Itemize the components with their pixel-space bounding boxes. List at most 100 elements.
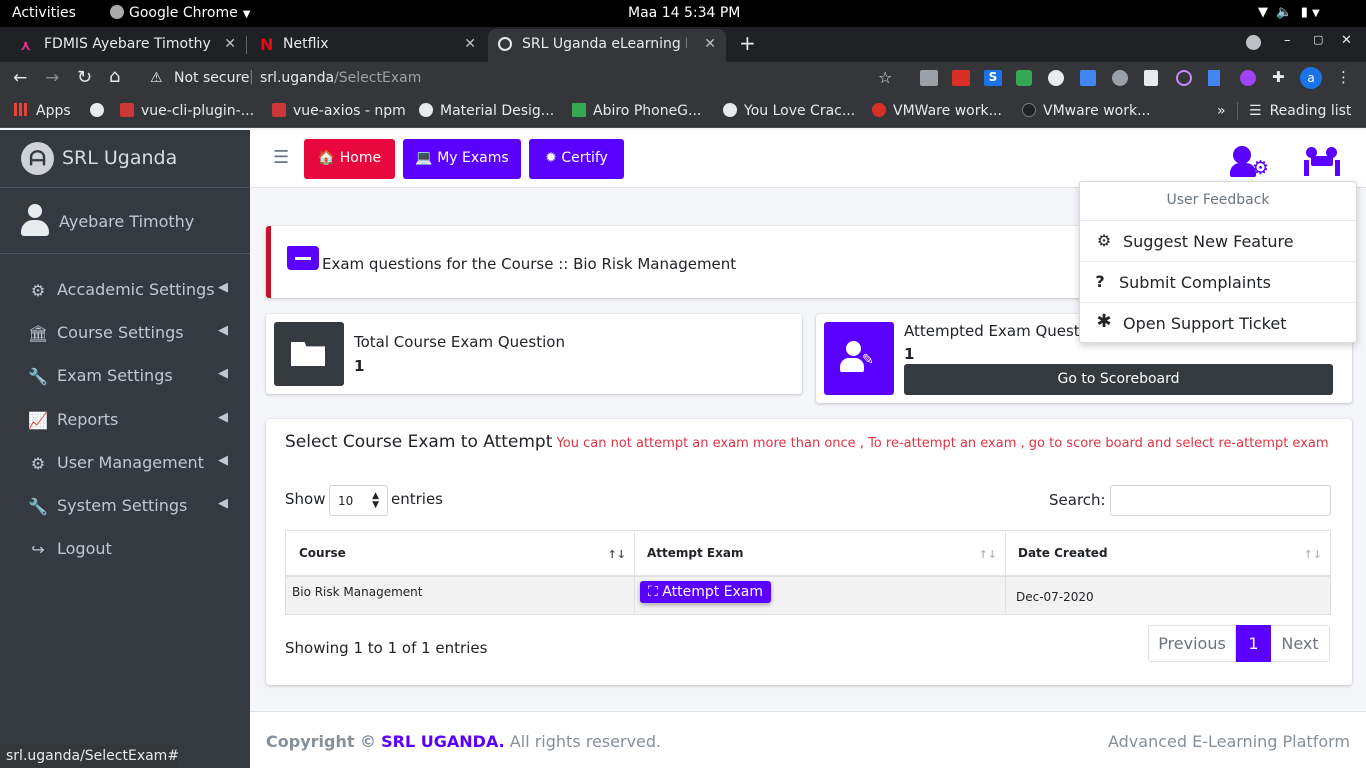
certify-button[interactable]: ✹ Certify [529, 139, 624, 179]
my-exams-button[interactable]: 💻 My Exams [403, 139, 521, 179]
bookmark-item[interactable]: VMware work... [1022, 103, 1150, 119]
mail-extension-icon[interactable] [920, 70, 938, 86]
maximize-button[interactable]: ▢ [1313, 33, 1323, 46]
cog-icon: ⚙ [1096, 231, 1112, 250]
forward-icon[interactable]: → [45, 68, 59, 88]
brand-link[interactable]: ᗩ SRL Uganda [0, 130, 250, 188]
cell-course: Bio Risk Management [285, 575, 635, 615]
bookmark-item[interactable]: vue-cli-plugin-... [120, 103, 254, 119]
bookmark-item[interactable]: You Love Crac... [723, 103, 855, 119]
user-cog-icon[interactable]: ⚙ [1230, 144, 1270, 178]
column-header-date[interactable]: Date Created ↑↓ [1006, 531, 1331, 576]
clock[interactable]: Maa 14 5:34 PM [628, 5, 740, 21]
new-tab-button[interactable]: + [739, 31, 756, 55]
submit-complaints-item[interactable]: ? Submit Complaints [1080, 261, 1356, 302]
address-bar[interactable]: ⚠ Not secure | srl.uganda/SelectExam ☆ [138, 65, 908, 93]
info-box-number: 1 [354, 357, 365, 375]
color-extension-icon[interactable] [1240, 70, 1256, 86]
support-ticket-item[interactable]: ✱ Open Support Ticket [1080, 302, 1356, 343]
chevron-left-icon: ◀ [218, 496, 228, 511]
question-icon: ? [1095, 272, 1105, 291]
next-button[interactable]: Next [1271, 626, 1329, 661]
nav-course-settings[interactable]: 🏛 Course Settings ◀ [28, 322, 238, 346]
search-input[interactable] [1110, 485, 1331, 516]
home-icon[interactable]: ⌂ [109, 66, 120, 87]
close-window-button[interactable]: ✕ [1341, 33, 1352, 48]
bookmarks-overflow[interactable]: » [1217, 103, 1226, 119]
minimize-button[interactable]: – [1284, 33, 1291, 48]
card-warning: You can not attempt an exam more than on… [556, 436, 1329, 451]
netflix-icon: N [260, 35, 274, 54]
bookmark-item[interactable]: Abiro PhoneG... [572, 103, 701, 119]
caret-down-icon: ▼ [242, 9, 251, 20]
bookmark-item[interactable]: VMWare work... [872, 103, 1002, 119]
home-button[interactable]: 🏠 Home [304, 139, 395, 179]
reading-list[interactable]: ☰ Reading list [1249, 103, 1351, 119]
tab-srl[interactable]: SRL Uganda eLearning Ex ✕ [488, 29, 726, 62]
tab-title: SRL Uganda eLearning Ex [522, 36, 687, 52]
star-icon[interactable]: ☆ [878, 68, 892, 87]
previous-button[interactable]: Previous [1149, 626, 1236, 661]
close-icon[interactable]: ✕ [704, 36, 716, 52]
support-team-icon[interactable] [1302, 144, 1342, 178]
block-extension-icon[interactable] [1176, 70, 1192, 86]
nav-reports[interactable]: 📈 Reports ◀ [28, 409, 238, 433]
bookmark-item[interactable]: Material Desig... [419, 103, 554, 119]
wrench-icon: 🔧 [28, 497, 48, 516]
tab-search-icon[interactable] [1246, 35, 1261, 50]
fdmis-icon: ⋏ [20, 38, 32, 54]
shield-extension-icon[interactable] [1016, 70, 1032, 86]
circle-extension-icon[interactable] [1048, 70, 1064, 86]
s-extension-icon[interactable]: S [984, 70, 1002, 86]
cloud-extension-icon[interactable] [1112, 70, 1128, 86]
user-name: Ayebare Timothy [59, 212, 195, 231]
wifi-icon: ▼ [1258, 5, 1268, 20]
tab-netflix[interactable]: N Netflix ✕ [250, 29, 486, 62]
bookmark-item[interactable]: vue-axios - npm [272, 103, 406, 119]
tab-strip: ⋏ FDMIS Ayebare Timothy ✕ N Netflix ✕ SR… [0, 27, 1366, 62]
close-icon[interactable]: ✕ [224, 36, 236, 52]
column-header-course[interactable]: Course ↑↓ [285, 530, 635, 576]
app-menu[interactable]: Google Chrome ▼ [110, 5, 250, 21]
card-title-row: Select Course Exam to Attempt You can no… [285, 432, 1329, 452]
page-1-button[interactable]: 1 [1236, 625, 1271, 662]
globe-icon [419, 103, 433, 117]
hamburger-icon[interactable]: ☰ [273, 147, 289, 168]
calendar-extension-icon[interactable] [952, 70, 970, 86]
doc-extension-icon[interactable] [1144, 70, 1158, 86]
scoreboard-button[interactable]: Go to Scoreboard [904, 364, 1333, 395]
nav-logout[interactable]: ↪ Logout [28, 538, 238, 562]
tab-title: Netflix [283, 36, 329, 52]
footer-brand-link[interactable]: SRL UGANDA. [381, 732, 505, 751]
nav-system-settings[interactable]: 🔧 System Settings ◀ [28, 495, 238, 519]
globe-icon [498, 37, 512, 51]
puzzle-icon[interactable]: ✚ [1272, 68, 1285, 86]
back-icon[interactable]: ← [13, 68, 27, 88]
arrow-extension-icon[interactable] [1208, 70, 1220, 86]
binoculars-icon: ⛶ [648, 583, 658, 600]
menu-kebab-icon[interactable]: ⋮ [1336, 68, 1351, 86]
plane-extension-icon[interactable] [1080, 70, 1096, 86]
info-box-number: 1 [904, 345, 915, 363]
chart-icon: 📈 [28, 411, 48, 430]
tab-fdmis[interactable]: ⋏ FDMIS Ayebare Timothy ✕ [8, 29, 246, 62]
main-header: ☰ 🏠 Home 💻 My Exams ✹ Certify ⚙ [250, 130, 1366, 188]
close-icon[interactable]: ✕ [464, 36, 476, 52]
bookmark-apps[interactable]: Apps [14, 103, 71, 119]
profile-avatar[interactable]: a [1300, 67, 1322, 89]
suggest-feature-item[interactable]: ⚙ Suggest New Feature [1080, 220, 1356, 261]
activities-button[interactable]: Activities [12, 5, 76, 21]
reload-icon[interactable]: ↻ [77, 67, 92, 88]
attempt-exam-button[interactable]: ⛶ Attempt Exam [640, 580, 771, 603]
entries-select[interactable]: 10 ▲ ▼ [329, 485, 388, 516]
exam-select-card: Select Course Exam to Attempt You can no… [266, 419, 1352, 685]
system-tray[interactable]: ▼ 🔈 ▮ ▼ [1258, 5, 1320, 20]
nav-user-management[interactable]: ⚙ User Management ◀ [28, 452, 238, 476]
logout-icon: ↪ [31, 540, 45, 559]
bookmark-item[interactable] [90, 103, 111, 119]
nav-exam-settings[interactable]: 🔧 Exam Settings ◀ [28, 365, 238, 389]
user-panel[interactable]: Ayebare Timothy [0, 188, 250, 254]
column-header-attempt[interactable]: Attempt Exam ↑↓ [634, 530, 1006, 576]
warning-icon: ⚠ [150, 70, 163, 86]
nav-accademic-settings[interactable]: ⚙ Accademic Settings ◀ [28, 279, 238, 303]
